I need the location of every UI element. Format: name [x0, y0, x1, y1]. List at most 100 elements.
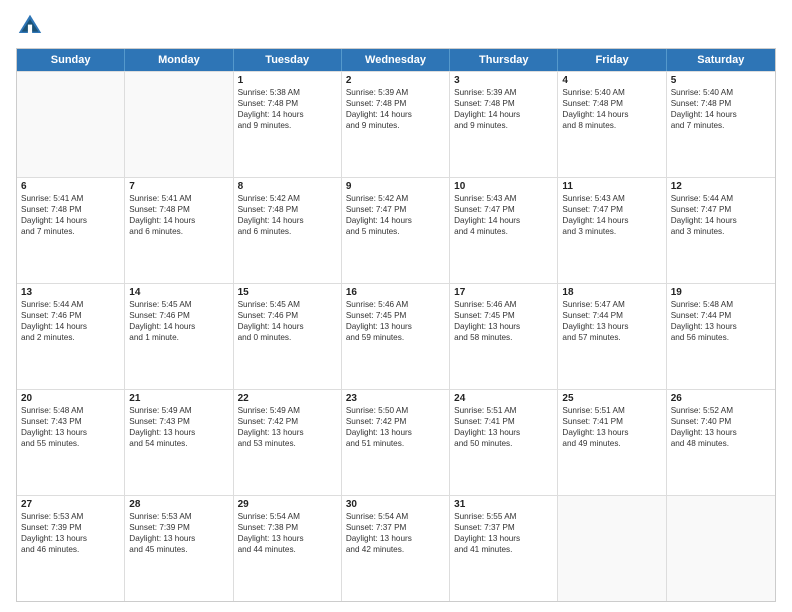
- cal-cell: 20Sunrise: 5:48 AMSunset: 7:43 PMDayligh…: [17, 390, 125, 495]
- cell-line: Sunset: 7:43 PM: [129, 416, 228, 427]
- cal-cell: 10Sunrise: 5:43 AMSunset: 7:47 PMDayligh…: [450, 178, 558, 283]
- cal-cell: 23Sunrise: 5:50 AMSunset: 7:42 PMDayligh…: [342, 390, 450, 495]
- logo: [16, 12, 48, 40]
- day-number: 12: [671, 181, 771, 192]
- cell-line: Daylight: 13 hours: [454, 427, 553, 438]
- day-number: 20: [21, 393, 120, 404]
- cell-line: Daylight: 14 hours: [21, 215, 120, 226]
- cell-line: Sunrise: 5:46 AM: [346, 299, 445, 310]
- cell-line: Sunset: 7:47 PM: [671, 204, 771, 215]
- cell-line: and 3 minutes.: [671, 226, 771, 237]
- cell-line: and 6 minutes.: [238, 226, 337, 237]
- cell-line: Daylight: 13 hours: [129, 427, 228, 438]
- cell-line: Daylight: 13 hours: [671, 321, 771, 332]
- calendar-body: 1Sunrise: 5:38 AMSunset: 7:48 PMDaylight…: [17, 71, 775, 601]
- cell-line: and 48 minutes.: [671, 438, 771, 449]
- cell-line: Sunrise: 5:54 AM: [238, 511, 337, 522]
- cell-line: and 8 minutes.: [562, 120, 661, 131]
- cell-line: and 51 minutes.: [346, 438, 445, 449]
- cell-line: Sunrise: 5:42 AM: [238, 193, 337, 204]
- day-number: 6: [21, 181, 120, 192]
- cell-line: Sunrise: 5:44 AM: [671, 193, 771, 204]
- cell-line: and 42 minutes.: [346, 544, 445, 555]
- cal-cell: 5Sunrise: 5:40 AMSunset: 7:48 PMDaylight…: [667, 72, 775, 177]
- cell-line: Sunset: 7:42 PM: [238, 416, 337, 427]
- day-number: 23: [346, 393, 445, 404]
- cell-line: Sunset: 7:46 PM: [21, 310, 120, 321]
- cell-line: Daylight: 13 hours: [671, 427, 771, 438]
- cell-line: Sunset: 7:47 PM: [562, 204, 661, 215]
- cal-cell: 28Sunrise: 5:53 AMSunset: 7:39 PMDayligh…: [125, 496, 233, 601]
- day-number: 11: [562, 181, 661, 192]
- cell-line: Daylight: 13 hours: [454, 321, 553, 332]
- cal-cell: 4Sunrise: 5:40 AMSunset: 7:48 PMDaylight…: [558, 72, 666, 177]
- day-number: 30: [346, 499, 445, 510]
- cell-line: Sunrise: 5:49 AM: [129, 405, 228, 416]
- day-number: 28: [129, 499, 228, 510]
- cal-row: 27Sunrise: 5:53 AMSunset: 7:39 PMDayligh…: [17, 495, 775, 601]
- cell-line: Sunrise: 5:40 AM: [562, 87, 661, 98]
- cell-line: Sunset: 7:44 PM: [562, 310, 661, 321]
- cell-line: and 9 minutes.: [454, 120, 553, 131]
- day-number: 13: [21, 287, 120, 298]
- cell-line: and 5 minutes.: [346, 226, 445, 237]
- day-number: 5: [671, 75, 771, 86]
- cal-cell: [125, 72, 233, 177]
- cell-line: and 7 minutes.: [671, 120, 771, 131]
- cal-row: 13Sunrise: 5:44 AMSunset: 7:46 PMDayligh…: [17, 283, 775, 389]
- cell-line: Sunrise: 5:38 AM: [238, 87, 337, 98]
- cell-line: Sunrise: 5:55 AM: [454, 511, 553, 522]
- day-number: 31: [454, 499, 553, 510]
- cell-line: and 41 minutes.: [454, 544, 553, 555]
- cell-line: and 7 minutes.: [21, 226, 120, 237]
- cal-cell: 25Sunrise: 5:51 AMSunset: 7:41 PMDayligh…: [558, 390, 666, 495]
- cell-line: and 4 minutes.: [454, 226, 553, 237]
- cell-line: Daylight: 13 hours: [346, 321, 445, 332]
- cell-line: and 0 minutes.: [238, 332, 337, 343]
- cell-line: Daylight: 13 hours: [562, 321, 661, 332]
- cal-cell: 1Sunrise: 5:38 AMSunset: 7:48 PMDaylight…: [234, 72, 342, 177]
- cal-cell: 9Sunrise: 5:42 AMSunset: 7:47 PMDaylight…: [342, 178, 450, 283]
- cell-line: and 54 minutes.: [129, 438, 228, 449]
- cell-line: Sunrise: 5:51 AM: [454, 405, 553, 416]
- day-number: 14: [129, 287, 228, 298]
- cell-line: Daylight: 13 hours: [346, 533, 445, 544]
- cell-line: Daylight: 13 hours: [21, 427, 120, 438]
- day-number: 25: [562, 393, 661, 404]
- cell-line: Sunrise: 5:53 AM: [21, 511, 120, 522]
- cal-header-cell: Monday: [125, 49, 233, 71]
- cell-line: Sunset: 7:41 PM: [454, 416, 553, 427]
- cell-line: Daylight: 13 hours: [21, 533, 120, 544]
- cal-cell: 14Sunrise: 5:45 AMSunset: 7:46 PMDayligh…: [125, 284, 233, 389]
- cal-cell: 6Sunrise: 5:41 AMSunset: 7:48 PMDaylight…: [17, 178, 125, 283]
- calendar-header: SundayMondayTuesdayWednesdayThursdayFrid…: [17, 49, 775, 71]
- cell-line: Sunset: 7:39 PM: [129, 522, 228, 533]
- cal-cell: [558, 496, 666, 601]
- cell-line: Sunrise: 5:43 AM: [454, 193, 553, 204]
- cell-line: and 6 minutes.: [129, 226, 228, 237]
- cell-line: Sunset: 7:42 PM: [346, 416, 445, 427]
- cell-line: Daylight: 13 hours: [562, 427, 661, 438]
- cell-line: Sunset: 7:45 PM: [346, 310, 445, 321]
- day-number: 7: [129, 181, 228, 192]
- cell-line: Sunrise: 5:50 AM: [346, 405, 445, 416]
- cal-cell: 2Sunrise: 5:39 AMSunset: 7:48 PMDaylight…: [342, 72, 450, 177]
- cal-cell: 11Sunrise: 5:43 AMSunset: 7:47 PMDayligh…: [558, 178, 666, 283]
- cell-line: Daylight: 14 hours: [238, 215, 337, 226]
- cell-line: Sunset: 7:37 PM: [454, 522, 553, 533]
- cell-line: Sunset: 7:40 PM: [671, 416, 771, 427]
- cell-line: Sunset: 7:46 PM: [238, 310, 337, 321]
- day-number: 16: [346, 287, 445, 298]
- cell-line: Daylight: 14 hours: [129, 215, 228, 226]
- day-number: 10: [454, 181, 553, 192]
- cal-cell: 30Sunrise: 5:54 AMSunset: 7:37 PMDayligh…: [342, 496, 450, 601]
- cell-line: and 50 minutes.: [454, 438, 553, 449]
- day-number: 9: [346, 181, 445, 192]
- cal-row: 6Sunrise: 5:41 AMSunset: 7:48 PMDaylight…: [17, 177, 775, 283]
- cell-line: Sunset: 7:48 PM: [562, 98, 661, 109]
- day-number: 26: [671, 393, 771, 404]
- cell-line: Daylight: 14 hours: [238, 321, 337, 332]
- day-number: 24: [454, 393, 553, 404]
- cal-row: 20Sunrise: 5:48 AMSunset: 7:43 PMDayligh…: [17, 389, 775, 495]
- cal-cell: 3Sunrise: 5:39 AMSunset: 7:48 PMDaylight…: [450, 72, 558, 177]
